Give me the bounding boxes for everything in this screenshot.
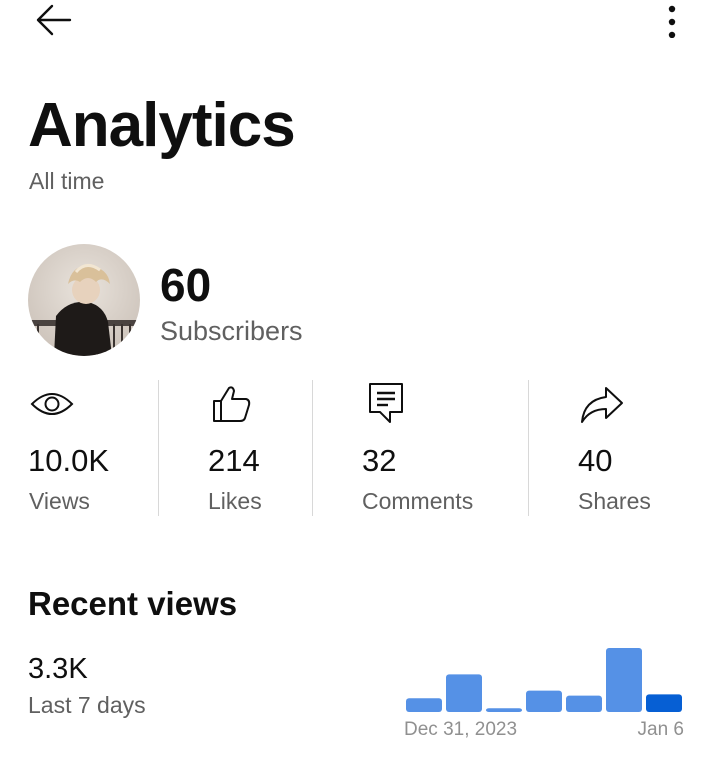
back-button[interactable] (26, 0, 78, 40)
recent-views-period: Last 7 days (28, 692, 146, 718)
channel-avatar[interactable] (28, 244, 140, 356)
comment-icon (368, 380, 404, 428)
chart-bar-jan-6 (646, 694, 682, 712)
stat-divider (312, 380, 313, 516)
more-vert-icon (668, 5, 676, 38)
recent-views-title: Recent views (28, 585, 238, 622)
likes-value: 214 (208, 443, 260, 478)
subscriber-label: Subscribers (160, 316, 303, 346)
chart-x-tick-label: Dec 31, 2023 (404, 719, 517, 740)
chart-x-tick-label: Jan 6 (638, 719, 684, 740)
recent-views-chart[interactable]: Dec 31, 2023 Jan 6 (400, 640, 690, 750)
page-title: Analytics (28, 91, 296, 160)
eye-icon (30, 380, 74, 428)
bar-chart: Dec 31, 2023 Jan 6 (404, 648, 684, 740)
chart-bar-jan-5 (606, 648, 642, 712)
chart-bar-jan-4 (566, 695, 602, 712)
more-options-button[interactable] (652, 0, 692, 40)
recent-views-value: 3.3K (28, 653, 88, 685)
stat-divider (158, 380, 159, 516)
chart-bar-jan-3 (526, 690, 562, 712)
share-icon (580, 380, 624, 428)
period-label: All time (29, 168, 105, 194)
chart-bar-jan-1 (446, 674, 482, 712)
stat-divider (528, 380, 529, 516)
avatar-image (28, 244, 140, 356)
back-arrow-icon (36, 4, 72, 36)
views-value: 10.0K (28, 443, 110, 478)
likes-label: Likes (208, 488, 262, 514)
shares-value: 40 (578, 443, 613, 478)
comments-label: Comments (362, 488, 474, 514)
views-label: Views (29, 488, 90, 514)
shares-label: Shares (578, 488, 651, 514)
thumbs-up-icon (212, 380, 252, 428)
subscriber-count: 60 (160, 259, 212, 311)
chart-bar-dec-31 (406, 698, 442, 712)
chart-bar-jan-2 (486, 708, 522, 712)
comments-value: 32 (362, 443, 397, 478)
